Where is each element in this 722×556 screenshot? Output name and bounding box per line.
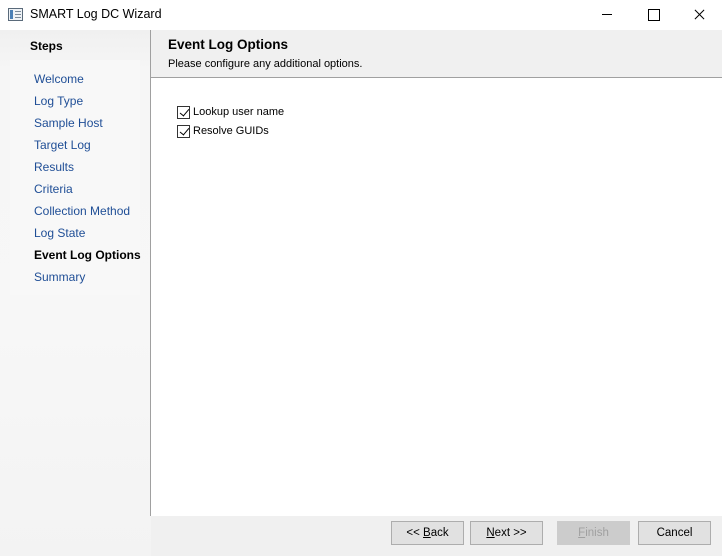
back-button-prefix: << (406, 527, 424, 539)
title-bar: SMART Log DC Wizard (0, 0, 722, 30)
next-button-rest: ext >> (494, 527, 527, 539)
close-button[interactable] (676, 0, 722, 30)
steps-header: Steps (30, 39, 63, 53)
step-results[interactable]: Results (34, 160, 74, 174)
resolve-guids-checkbox[interactable]: Resolve GUIDs (177, 123, 269, 139)
step-target-log[interactable]: Target Log (34, 138, 91, 152)
next-button-mnemonic: N (486, 527, 495, 539)
lookup-user-name-checkbox[interactable]: Lookup user name (177, 104, 284, 120)
resolve-guids-label: Resolve GUIDs (193, 125, 269, 137)
checkbox-checked-icon[interactable] (177, 124, 190, 138)
steps-list: Welcome Log Type Sample Host Target Log … (10, 60, 141, 295)
step-sample-host[interactable]: Sample Host (34, 116, 103, 130)
step-welcome[interactable]: Welcome (34, 72, 84, 86)
step-event-log-options: Event Log Options (34, 248, 141, 262)
step-log-state[interactable]: Log State (34, 226, 85, 240)
step-collection-method[interactable]: Collection Method (34, 204, 130, 218)
content-body: Lookup user name Resolve GUIDs (151, 79, 722, 516)
back-button-mnemonic: B (423, 527, 431, 539)
finish-button-rest: inish (585, 527, 609, 539)
step-log-type[interactable]: Log Type (34, 94, 83, 108)
back-button-rest: ack (430, 527, 449, 539)
page-subtitle: Please configure any additional options. (168, 58, 363, 70)
finish-button-mnemonic: F (578, 527, 586, 539)
content-header: Event Log Options Please configure any a… (151, 30, 722, 78)
back-button[interactable]: << Back (391, 521, 464, 545)
cancel-button[interactable]: Cancel (638, 521, 711, 545)
step-summary[interactable]: Summary (34, 270, 85, 284)
lookup-user-name-label: Lookup user name (193, 106, 285, 118)
finish-button[interactable]: Finish (557, 521, 630, 545)
next-button[interactable]: Next >> (470, 521, 543, 545)
app-icon (8, 8, 23, 21)
checkbox-checked-icon[interactable] (177, 105, 190, 119)
maximize-button[interactable] (630, 0, 676, 30)
step-criteria[interactable]: Criteria (34, 182, 73, 196)
window-title: SMART Log DC Wizard (30, 7, 162, 21)
page-title: Event Log Options (168, 37, 288, 52)
steps-panel: Steps Welcome Log Type Sample Host Targe… (0, 30, 151, 556)
minimize-button[interactable] (584, 0, 630, 30)
footer-bar: << Back Next >> Finish Cancel (151, 516, 722, 556)
